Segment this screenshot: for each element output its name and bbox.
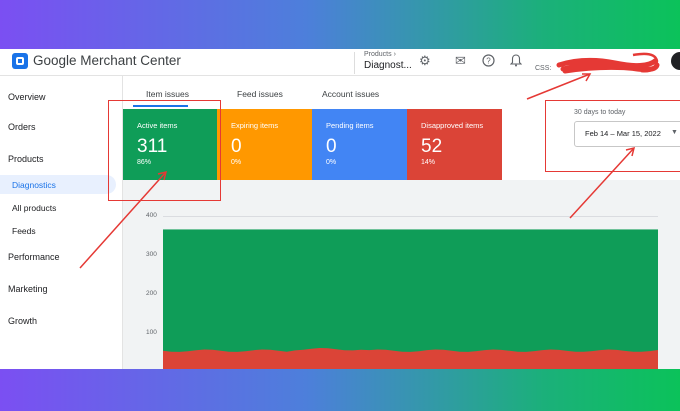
annotation-arrow-line <box>79 171 167 269</box>
annotation-arrows <box>79 73 636 269</box>
annotation-arrow-line <box>569 147 635 219</box>
annotation-arrow-line <box>526 73 591 100</box>
